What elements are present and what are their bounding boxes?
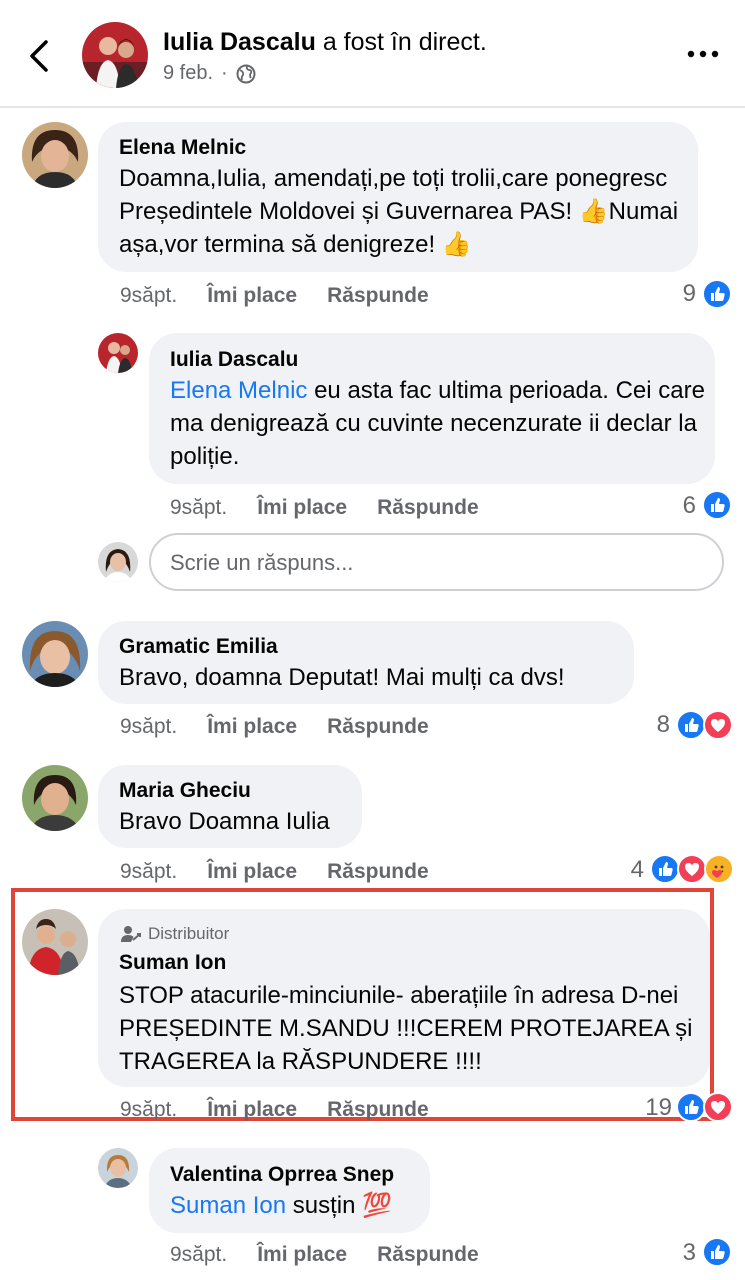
- comment-time[interactable]: 9săpt.: [120, 1098, 177, 1122]
- comment-author[interactable]: Maria Gheciu: [119, 779, 251, 803]
- distributor-label: Distribuitor: [148, 924, 230, 943]
- reply-button[interactable]: Răspunde: [327, 860, 429, 884]
- reply-button[interactable]: Răspunde: [327, 284, 429, 308]
- distributor-badge: Distribuitor: [120, 924, 229, 944]
- reaction-count[interactable]: 6: [660, 492, 696, 520]
- post-date[interactable]: 9 feb.: [163, 62, 213, 85]
- post-title: Iulia Dascalu a fost în direct.: [163, 28, 487, 57]
- comment-time[interactable]: 9săpt.: [120, 284, 177, 308]
- comment-text: Suman Ion susțin 💯: [170, 1189, 425, 1222]
- comment-time[interactable]: 9săpt.: [170, 496, 227, 520]
- avatar[interactable]: [22, 909, 88, 975]
- mention-link[interactable]: Suman Ion: [170, 1192, 286, 1219]
- avatar[interactable]: [82, 22, 148, 88]
- like-button[interactable]: Îmi place: [207, 284, 297, 308]
- globe-icon: [236, 64, 256, 83]
- comment-bubble: Elena Melnic Doamna,Iulia, amendați,pe t…: [98, 122, 698, 272]
- like-reaction-icon: [676, 710, 706, 740]
- comment-actions: 9săpt. Îmi place Răspunde: [120, 715, 429, 739]
- more-options-icon[interactable]: [685, 44, 721, 64]
- comment-bubble: Valentina Oprrea Snep Suman Ion susțin 💯: [149, 1148, 430, 1233]
- comment-text: Doamna,Iulia, amendați,pe toți trolii,ca…: [119, 165, 679, 258]
- meta-separator: ·: [221, 62, 228, 84]
- comment-bubble: Gramatic Emilia Bravo, doamna Deputat! M…: [98, 621, 634, 704]
- comment-author[interactable]: Gramatic Emilia: [119, 635, 278, 659]
- avatar[interactable]: [98, 1148, 138, 1188]
- reply-button[interactable]: Răspunde: [327, 715, 429, 739]
- avatar[interactable]: [98, 333, 138, 373]
- comment-actions: 9săpt. Îmi place Răspunde: [120, 1098, 429, 1122]
- reply-input[interactable]: Scrie un răspuns...: [149, 533, 724, 591]
- comment-actions: 9săpt. Îmi place Răspunde: [120, 284, 429, 308]
- comment-actions: 9săpt. Îmi place Răspunde: [170, 1243, 479, 1267]
- reaction-count[interactable]: 4: [610, 856, 644, 884]
- comment-body: susțin 💯: [286, 1192, 392, 1219]
- like-reaction-icon: [702, 490, 732, 520]
- like-button[interactable]: Îmi place: [207, 1098, 297, 1122]
- comment-time[interactable]: 9săpt.: [120, 860, 177, 884]
- comment-actions: 9săpt. Îmi place Răspunde: [120, 860, 429, 884]
- comment-text: Bravo, doamna Deputat! Mai mulți ca dvs!: [119, 664, 565, 691]
- reaction-count[interactable]: 9: [660, 280, 696, 308]
- post-action: a fost în direct.: [322, 28, 487, 56]
- post-header: Iulia Dascalu a fost în direct. 9 feb. ·: [0, 0, 745, 108]
- reply-button[interactable]: Răspunde: [327, 1098, 429, 1122]
- comment-text: Elena Melnic eu asta fac ultima perioada…: [170, 374, 710, 473]
- like-button[interactable]: Îmi place: [207, 860, 297, 884]
- back-arrow-icon[interactable]: [24, 36, 56, 76]
- comment-actions: 9săpt. Îmi place Răspunde: [170, 496, 479, 520]
- love-reaction-icon: [677, 854, 707, 884]
- love-reaction-icon: [703, 1092, 733, 1122]
- like-reaction-icon: [676, 1092, 706, 1122]
- comment-bubble: Maria Gheciu Bravo Doamna Iulia: [98, 765, 362, 848]
- post-meta: 9 feb. ·: [163, 62, 256, 85]
- like-button[interactable]: Îmi place: [257, 1243, 347, 1267]
- comment-author[interactable]: Iulia Dascalu: [170, 348, 298, 372]
- comment-author[interactable]: Suman Ion: [119, 951, 226, 975]
- avatar[interactable]: [22, 765, 88, 831]
- reaction-count[interactable]: 8: [636, 711, 670, 739]
- comment-bubble: Iulia Dascalu Elena Melnic eu asta fac u…: [149, 333, 715, 484]
- like-button[interactable]: Îmi place: [257, 496, 347, 520]
- author-name[interactable]: Iulia Dascalu: [163, 28, 316, 56]
- like-reaction-icon: [702, 279, 732, 309]
- comment-time[interactable]: 9săpt.: [170, 1243, 227, 1267]
- care-reaction-icon: [704, 854, 734, 884]
- reaction-count[interactable]: 3: [660, 1239, 696, 1267]
- mention-link[interactable]: Elena Melnic: [170, 377, 307, 404]
- comment-text: STOP atacurile-minciunile- aberațiile în…: [119, 982, 693, 1075]
- reaction-count[interactable]: 19: [630, 1094, 672, 1122]
- distributor-icon: [121, 926, 141, 942]
- like-reaction-icon: [650, 854, 680, 884]
- comment-author[interactable]: Valentina Oprrea Snep: [170, 1163, 394, 1187]
- reply-button[interactable]: Răspunde: [377, 1243, 479, 1267]
- comment-time[interactable]: 9săpt.: [120, 715, 177, 739]
- like-button[interactable]: Îmi place: [207, 715, 297, 739]
- reply-button[interactable]: Răspunde: [377, 496, 479, 520]
- avatar[interactable]: [22, 621, 88, 687]
- like-reaction-icon: [702, 1237, 732, 1267]
- love-reaction-icon: [703, 710, 733, 740]
- comment-text: Bravo Doamna Iulia: [119, 808, 330, 835]
- avatar[interactable]: [22, 122, 88, 188]
- current-user-avatar: [98, 542, 138, 582]
- comment-author[interactable]: Elena Melnic: [119, 136, 246, 160]
- reply-placeholder: Scrie un răspuns...: [170, 550, 354, 575]
